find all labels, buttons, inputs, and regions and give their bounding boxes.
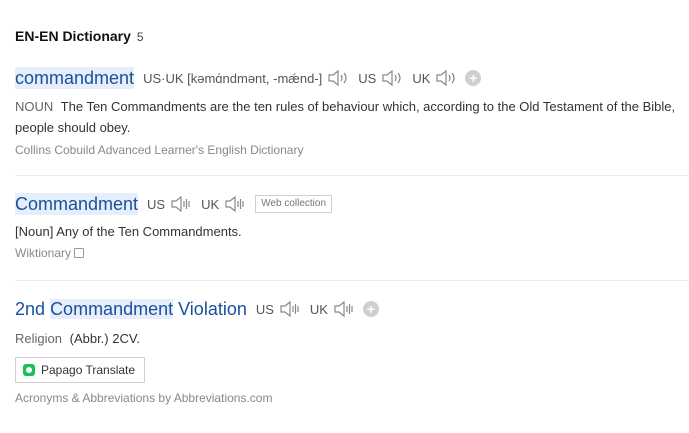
- definition-text: The Ten Commandments are the ten rules o…: [15, 99, 676, 135]
- speaker-us-icon[interactable]: [170, 195, 192, 213]
- source: Wiktionary: [15, 246, 689, 260]
- source-link[interactable]: Wiktionary: [15, 246, 71, 260]
- divider: [15, 175, 689, 176]
- add-to-wordbook-button[interactable]: +: [465, 70, 482, 86]
- dictionary-panel: EN-EN Dictionary 5 commandment US·UK [kə…: [0, 0, 689, 433]
- divider: [15, 280, 689, 281]
- headword-suffix: Violation: [178, 299, 247, 319]
- entry-header: 2nd Commandment Violation US UK +: [15, 297, 689, 321]
- speaker-us-icon[interactable]: [279, 300, 301, 318]
- pronunciation-label: US·UK: [143, 70, 184, 86]
- external-link-icon[interactable]: [74, 248, 85, 258]
- translate-row: Papago Translate: [15, 357, 689, 383]
- headword-link[interactable]: 2nd Commandment Violation: [15, 298, 247, 320]
- headword-link[interactable]: commandment: [15, 67, 135, 89]
- definition: [Noun] Any of the Ten Commandments.: [15, 221, 689, 242]
- source: Acronyms & Abbreviations by Abbreviation…: [15, 391, 689, 405]
- section-title: EN-EN Dictionary 5: [15, 28, 144, 44]
- speaker-uk-icon[interactable]: [224, 195, 246, 213]
- papago-translate-button[interactable]: Papago Translate: [15, 357, 146, 383]
- speaker-uk-icon[interactable]: [435, 69, 457, 87]
- entry-header: Commandment US UK Web collection: [15, 192, 689, 216]
- add-to-wordbook-button[interactable]: +: [362, 301, 379, 317]
- papago-translate-label: Papago Translate: [41, 363, 136, 377]
- source: Collins Cobuild Advanced Learner's Engli…: [15, 143, 689, 157]
- pronunciation-text: [kəmɑ́ndmənt, -mǽnd-]: [187, 70, 323, 86]
- us-label: US: [255, 301, 274, 317]
- entry-commandment: commandment US·UK [kəmɑ́ndmənt, -mǽnd-] …: [15, 66, 689, 157]
- uk-label: UK: [309, 301, 328, 317]
- definition-text: (Abbr.) 2CV.: [69, 331, 140, 346]
- speaker-us-icon[interactable]: [381, 69, 403, 87]
- pronunciation: US·UK [kəmɑ́ndmənt, -mǽnd-]: [143, 71, 322, 86]
- result-count: 5: [136, 30, 144, 44]
- entry-header: commandment US·UK [kəmɑ́ndmənt, -mǽnd-] …: [15, 66, 689, 90]
- uk-label: UK: [412, 70, 431, 86]
- entry-2nd-commandment-violation: 2nd Commandment Violation US UK + Religi…: [15, 297, 689, 405]
- headword-prefix: 2nd: [15, 299, 46, 319]
- uk-label: UK: [201, 196, 220, 212]
- us-label: US: [147, 196, 166, 212]
- speaker-uk-icon[interactable]: [333, 300, 355, 318]
- source-link[interactable]: Collins Cobuild Advanced Learner's Engli…: [15, 143, 303, 157]
- web-collection-tag: Web collection: [255, 195, 333, 213]
- part-of-speech: NOUN: [15, 99, 54, 114]
- headword-highlight: Commandment: [50, 299, 174, 319]
- definition: NOUN The Ten Commandments are the ten ru…: [15, 96, 689, 138]
- source-link[interactable]: Acronyms & Abbreviations by Abbreviation…: [15, 391, 272, 405]
- us-label: US: [358, 70, 377, 86]
- speaker-icon[interactable]: [327, 69, 349, 87]
- definition-text: [Noun] Any of the Ten Commandments.: [15, 224, 242, 239]
- definition: Religion (Abbr.) 2CV.: [15, 328, 689, 349]
- entry-commandment-web: Commandment US UK Web collection [Noun] …: [15, 192, 689, 260]
- section-title-text: EN-EN Dictionary: [15, 28, 131, 44]
- headword-link[interactable]: Commandment: [15, 193, 139, 215]
- papago-icon: [23, 364, 35, 376]
- category-label: Religion: [15, 331, 62, 346]
